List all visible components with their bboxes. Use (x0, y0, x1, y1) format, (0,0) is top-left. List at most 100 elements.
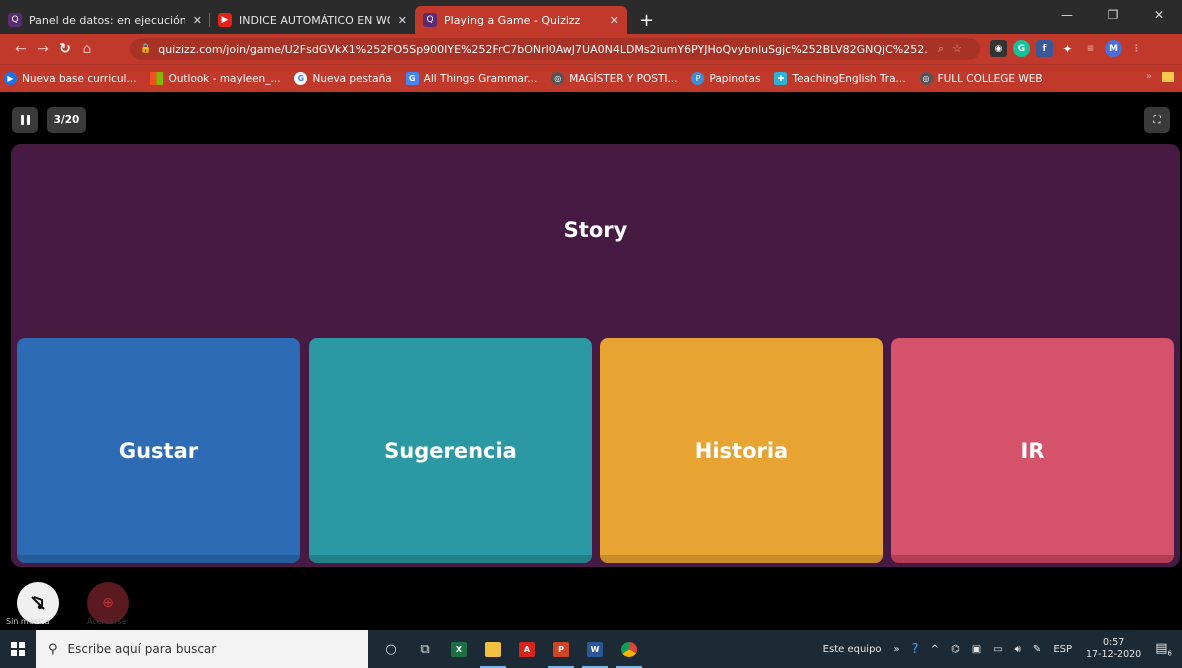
bookmark-label: Nueva base curricul... (22, 72, 137, 85)
back-icon[interactable]: ← (10, 41, 32, 57)
tray-label[interactable]: Este equipo (823, 644, 882, 655)
bookmark-item[interactable]: ✚ TeachingEnglish Tra... (774, 72, 906, 85)
start-button[interactable] (0, 630, 36, 668)
tab-title: Panel de datos: en ejecución (29, 13, 185, 27)
pen-icon[interactable]: ✎ (1033, 644, 1041, 655)
task-view-icon[interactable]: ⧉ (408, 630, 442, 668)
network-icon[interactable]: ⌬ (951, 644, 960, 655)
bookmarks-bar: ▶ Nueva base curricul... Outlook - mayle… (0, 64, 1182, 92)
battery-icon[interactable]: ▭ (993, 644, 1002, 655)
taskbar-apps: ○ ⧉ X A P W (374, 630, 646, 668)
system-tray: Este equipo » ? ^ ⌬ ▣ ▭ 🔊︎ ✎ ESP 0:57 17… (817, 630, 1182, 668)
close-tab-icon[interactable]: ✕ (390, 14, 407, 27)
globe-icon: ◎ (919, 72, 933, 85)
window-controls: — ❐ ✕ (1044, 0, 1182, 30)
cortana-icon[interactable]: ○ (374, 630, 408, 668)
bookmarks-overflow: » (1146, 71, 1174, 82)
puzzle-icon[interactable]: ✦ (1059, 40, 1076, 57)
google-icon: G (294, 72, 308, 85)
bookmark-item[interactable]: ▶ Nueva base curricul... (4, 72, 136, 85)
quizizz-favicon-icon: Q (423, 13, 437, 27)
bookmark-label: FULL COLLEGE WEB (937, 72, 1043, 85)
pause-button[interactable] (12, 107, 38, 133)
help-icon[interactable]: ? (912, 642, 919, 657)
bookmark-item[interactable]: Outlook - mayleen_... (150, 72, 280, 85)
bookmark-item[interactable]: G All Things Grammar... (405, 72, 538, 85)
question-panel: Story Gustar Sugerencia Historia IR (11, 144, 1180, 567)
option-historia[interactable]: Historia (600, 338, 883, 563)
word-icon[interactable]: W (578, 630, 612, 668)
extension-icon[interactable]: ◉ (990, 40, 1007, 57)
question-counter: 3/20 (47, 107, 86, 133)
avatar[interactable]: M (1105, 40, 1122, 57)
tab-title: INDICE AUTOMÁTICO EN WORD (239, 13, 390, 27)
bookmark-label: MAGÍSTER Y POSTI... (569, 72, 678, 85)
facebook-icon[interactable]: f (1036, 40, 1053, 57)
bookmark-label: TeachingEnglish Tra... (792, 72, 906, 85)
lock-icon: 🔒 (140, 44, 152, 54)
option-ir[interactable]: IR (891, 338, 1174, 563)
new-tab-button[interactable]: + (633, 6, 660, 34)
bookmark-item[interactable]: ◎ MAGÍSTER Y POSTI... (551, 72, 677, 85)
tab-indice-automatico[interactable]: ▶ INDICE AUTOMÁTICO EN WORD ✕ (210, 6, 415, 34)
clock-time: 0:57 (1102, 637, 1125, 648)
minimize-icon[interactable]: — (1044, 0, 1090, 30)
teaching-icon: ✚ (774, 72, 788, 85)
question-text: Story (563, 218, 628, 242)
papinotas-icon: P (691, 72, 705, 85)
fullscreen-button[interactable]: ⛶ (1144, 107, 1170, 133)
play-circle-icon: ▶ (4, 72, 17, 85)
menu-icon[interactable]: ⋮ (1128, 40, 1145, 57)
globe-icon: ◎ (551, 72, 565, 85)
option-gustar[interactable]: Gustar (17, 338, 300, 563)
url-field[interactable]: 🔒 quizizz.com/join/game/U2FsdGVkX1%252FO… (130, 38, 980, 60)
expand-toolbar-icon[interactable]: » (894, 644, 900, 655)
tab-panel-de-datos[interactable]: Q Panel de datos: en ejecución ✕ (0, 6, 210, 34)
close-window-icon[interactable]: ✕ (1136, 0, 1182, 30)
restore-icon[interactable]: ❐ (1090, 0, 1136, 30)
notifications-icon[interactable]: ▤6 (1155, 641, 1172, 658)
reload-icon[interactable]: ↻ (54, 41, 76, 57)
close-tab-icon[interactable]: ✕ (185, 14, 202, 27)
bookmark-label: Papinotas (709, 72, 761, 85)
chevron-up-icon[interactable]: ^ (931, 644, 939, 655)
zoom-bookmark-icons[interactable]: ⌕☆ (938, 42, 970, 56)
bookmark-item[interactable]: ◎ FULL COLLEGE WEB (919, 72, 1043, 85)
more-bookmarks-button[interactable]: » (1146, 71, 1152, 82)
zoom-in-icon: ⊕ (102, 595, 114, 611)
language-indicator[interactable]: ESP (1053, 644, 1072, 655)
address-bar: ← → ↻ ⌂ 🔒 quizizz.com/join/game/U2FsdGVk… (0, 34, 1182, 64)
extension-icon[interactable]: ≡ (1082, 40, 1099, 57)
home-icon[interactable]: ⌂ (76, 41, 98, 57)
forward-icon[interactable]: → (32, 41, 54, 57)
option-label: Gustar (118, 438, 199, 463)
music-label: Sin música (6, 617, 50, 626)
powerpoint-icon[interactable]: P (544, 630, 578, 668)
tab-playing-a-game[interactable]: Q Playing a Game - Quizizz ✕ (415, 6, 627, 34)
taskbar-search-input[interactable]: ⚲ Escribe aquí para buscar (36, 630, 368, 668)
option-label: IR (1020, 438, 1045, 463)
search-icon: ⚲ (48, 641, 58, 657)
youtube-favicon-icon: ▶ (218, 13, 232, 27)
file-explorer-icon[interactable] (476, 630, 510, 668)
option-sugerencia[interactable]: Sugerencia (309, 338, 592, 563)
excel-icon[interactable]: X (442, 630, 476, 668)
folder-icon[interactable] (1162, 71, 1174, 82)
zoom-label: Acercarse (87, 617, 127, 626)
extensions-area: ◉ G f ✦ ≡ M ⋮ (990, 40, 1145, 57)
bookmark-label: All Things Grammar... (423, 72, 538, 85)
device-icon[interactable]: ▣ (972, 644, 981, 655)
bookmark-label: Outlook - mayleen_... (168, 72, 281, 85)
bookmark-item[interactable]: P Papinotas (691, 72, 760, 85)
bookmark-item[interactable]: G Nueva pestaña (294, 72, 392, 85)
acrobat-icon[interactable]: A (510, 630, 544, 668)
clock[interactable]: 0:57 17-12-2020 (1086, 637, 1141, 661)
quizizz-favicon-icon: Q (8, 13, 22, 27)
notification-count: 6 (1167, 649, 1172, 658)
search-placeholder: Escribe aquí para buscar (67, 642, 217, 656)
chrome-icon[interactable] (612, 630, 646, 668)
option-label: Sugerencia (384, 438, 517, 463)
grammarly-icon[interactable]: G (1013, 40, 1030, 57)
volume-icon[interactable]: 🔊︎ (1015, 644, 1021, 655)
close-tab-icon[interactable]: ✕ (602, 14, 619, 27)
